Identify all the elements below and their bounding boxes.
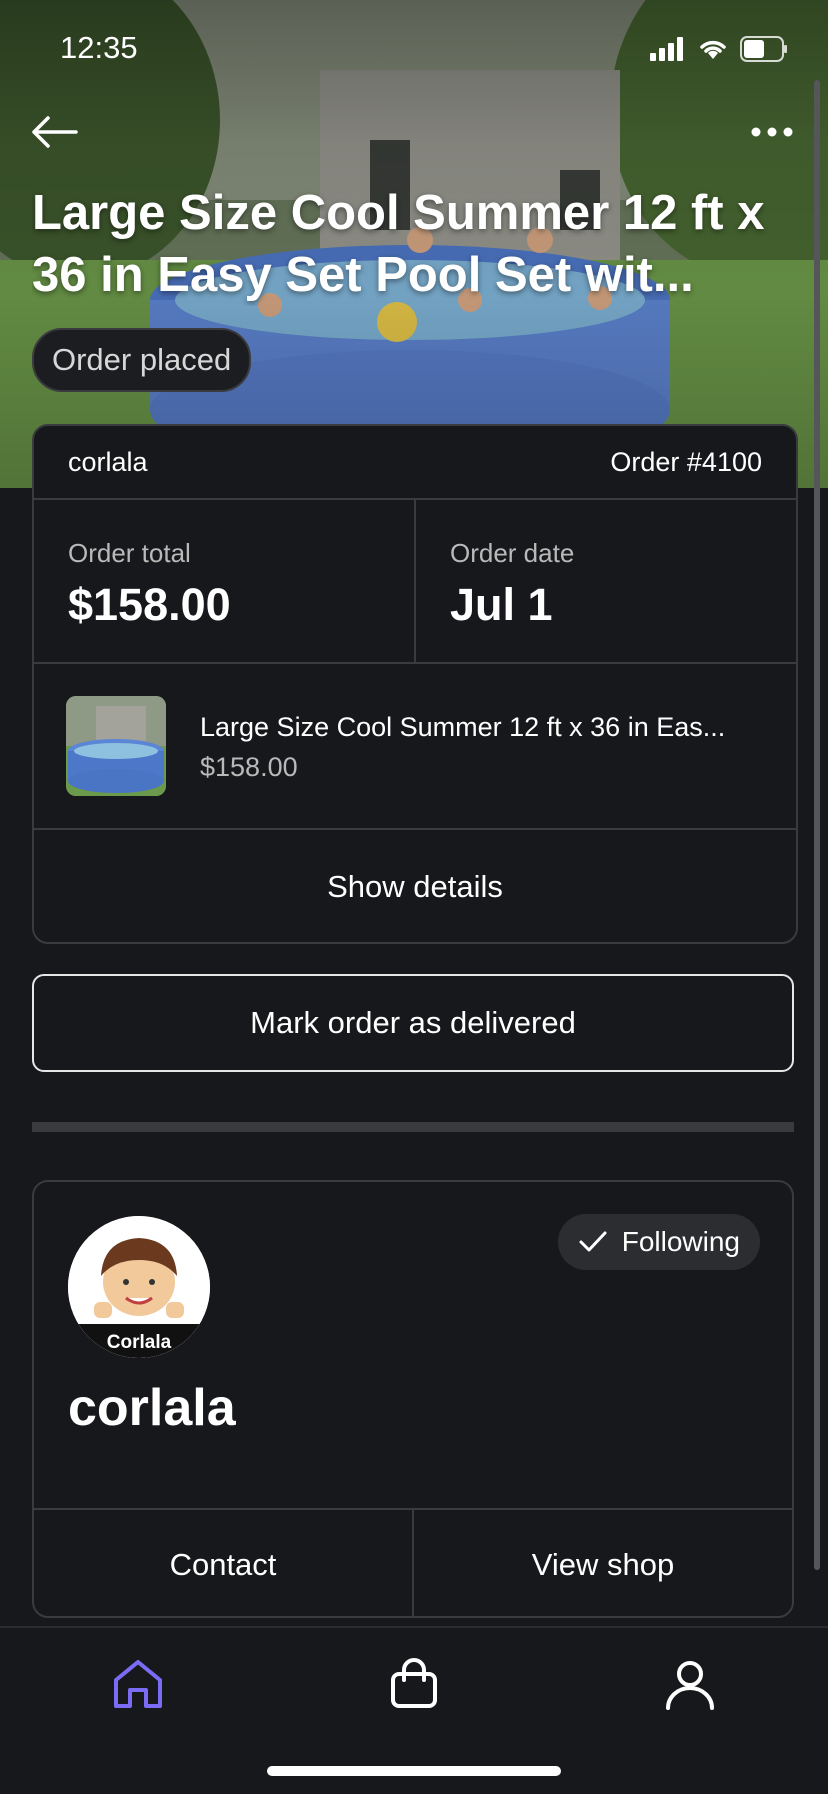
show-details-button[interactable]: Show details (34, 828, 796, 942)
item-price: $158.00 (200, 752, 298, 782)
scrollbar[interactable] (814, 80, 820, 1570)
shop-name: corlala (68, 1379, 236, 1437)
order-date-cell: Order date Jul 1 (414, 500, 794, 664)
order-status-badge: Order placed (32, 328, 252, 392)
tab-profile[interactable] (660, 1654, 720, 1714)
shop-card: Corlala Following corlala Contact View s… (32, 1180, 794, 1618)
section-divider (32, 1122, 794, 1132)
battery-icon (740, 36, 787, 62)
status-bar: 12:35 (0, 0, 828, 100)
view-shop-button[interactable]: View shop (412, 1510, 792, 1616)
pool-thumbnail-image (66, 696, 166, 796)
order-total-cell: Order total $158.00 (34, 500, 414, 664)
product-title: Large Size Cool Summer 12 ft x 36 in Eas… (32, 186, 765, 302)
more-options-button[interactable] (746, 112, 798, 152)
arrow-left-icon (32, 116, 78, 148)
profile-icon (666, 1661, 714, 1710)
shop-actions: Contact View shop (34, 1508, 792, 1616)
signal-icon (650, 37, 683, 61)
mark-delivered-button[interactable]: Mark order as delivered (32, 974, 794, 1072)
home-indicator[interactable] (267, 1766, 561, 1776)
tab-home[interactable] (108, 1654, 168, 1714)
following-button[interactable]: Following (557, 1214, 760, 1270)
item-name: Large Size Cool Summer 12 ft x 36 in Eas… (200, 712, 726, 742)
shop-logo: Corlala (68, 1216, 210, 1358)
shop-avatar[interactable]: Corlala (68, 1216, 210, 1358)
back-button[interactable] (28, 112, 80, 152)
wifi-icon (700, 40, 726, 59)
seller-name: corlala (68, 446, 148, 477)
shop-logo-text: Corlala (107, 1332, 172, 1353)
checkmark-icon (579, 1231, 607, 1252)
order-total-value: $158.00 (68, 579, 231, 630)
tab-purchases[interactable] (384, 1654, 444, 1714)
seller-row: corlala Order #4100 (34, 426, 796, 498)
order-date-label: Order date (450, 538, 575, 568)
contact-button[interactable]: Contact (34, 1510, 412, 1616)
order-summary-card: corlala Order #4100 Order total $158.00 … (32, 424, 798, 944)
order-total-label: Order total (68, 538, 191, 568)
order-number: Order #4100 (610, 446, 762, 477)
status-time: 12:35 (60, 30, 138, 65)
home-icon (114, 1660, 162, 1708)
order-totals-row: Order total $158.00 Order date Jul 1 (34, 498, 796, 664)
order-date-value: Jul 1 (450, 579, 553, 630)
order-item-row[interactable]: Large Size Cool Summer 12 ft x 36 in Eas… (34, 662, 796, 830)
item-thumbnail (66, 696, 166, 796)
shopping-bag-icon (391, 1658, 437, 1708)
status-icons (650, 36, 788, 62)
more-horizontal-icon (751, 127, 793, 137)
following-label: Following (621, 1226, 740, 1257)
